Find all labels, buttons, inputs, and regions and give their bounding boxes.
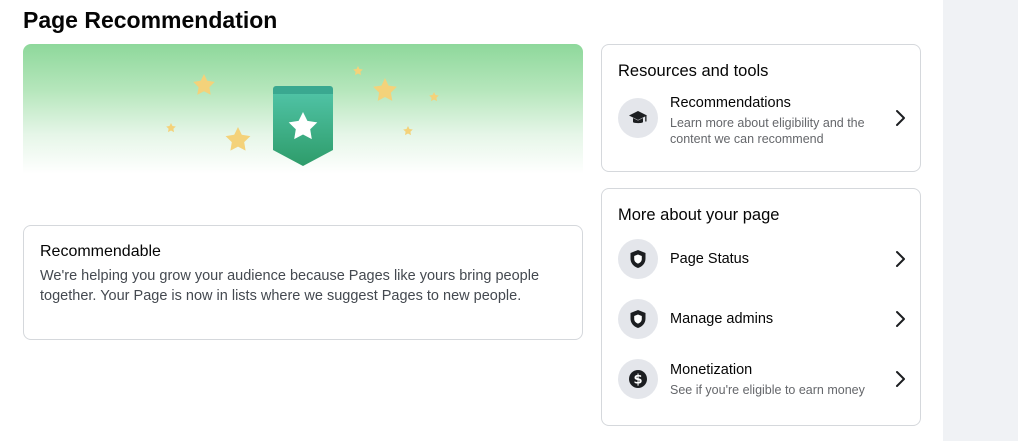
chevron-right-icon	[896, 311, 905, 327]
monetization-subtitle: See if you're eligible to earn money	[670, 383, 865, 397]
star-icon	[193, 74, 215, 95]
star-icon	[373, 78, 397, 101]
chevron-right-icon	[896, 110, 905, 126]
dollar-icon: $	[618, 359, 658, 399]
star-icon	[166, 123, 176, 133]
star-icon	[353, 66, 363, 76]
star-icon	[403, 126, 413, 136]
resources-card: Resources and tools Recommendations Lear…	[601, 44, 921, 172]
shield-icon	[618, 239, 658, 279]
manage-admins-title: Manage admins	[670, 311, 774, 327]
chevron-right-icon	[896, 371, 905, 387]
recommendations-subtitle: Learn more about eligibility and the con…	[670, 116, 865, 146]
right-gutter	[943, 0, 1018, 441]
resources-heading: Resources and tools	[618, 62, 769, 80]
badge-icon	[273, 86, 333, 166]
recommendations-title: Recommendations	[670, 95, 791, 111]
monetization-title: Monetization	[670, 362, 753, 378]
more-heading: More about your page	[618, 206, 780, 224]
hero-banner	[23, 44, 583, 174]
page-status-row[interactable]: Page Status	[618, 239, 908, 283]
svg-text:$: $	[633, 373, 642, 388]
recommendations-row[interactable]: Recommendations Learn more about eligibi…	[618, 95, 908, 146]
graduation-cap-icon	[618, 98, 658, 138]
page-status-title: Page Status	[670, 251, 749, 267]
page-title: Page Recommendation	[23, 7, 278, 33]
chevron-right-icon	[896, 251, 905, 267]
recommendable-description: We're helping you grow your audience bec…	[40, 268, 540, 304]
star-icon	[225, 127, 251, 151]
manage-admins-row[interactable]: Manage admins	[618, 299, 908, 343]
shield-icon	[618, 299, 658, 339]
star-icon	[429, 92, 439, 102]
recommendable-card: Recommendable We're helping you grow you…	[23, 225, 583, 340]
recommendation-illustration	[166, 66, 439, 166]
more-about-page-card: More about your page Page Status Manage …	[601, 188, 921, 426]
recommendable-title: Recommendable	[40, 243, 161, 260]
monetization-row[interactable]: $ Monetization See if you're eligible to…	[618, 359, 908, 403]
